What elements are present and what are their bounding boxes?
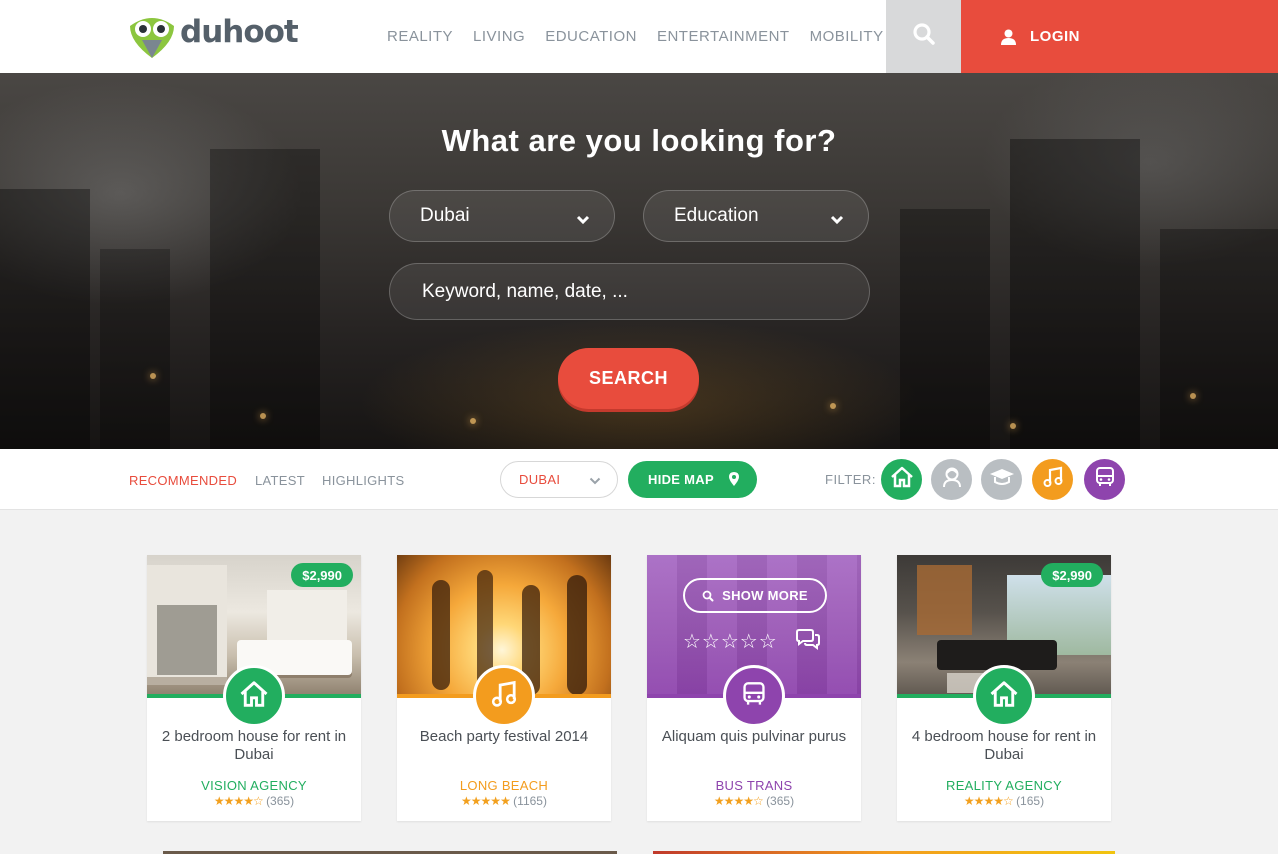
filter-mobility[interactable] (1084, 459, 1125, 500)
chevron-down-icon (589, 474, 601, 489)
card-agency[interactable]: VISION AGENCY (147, 778, 361, 793)
search-icon (702, 590, 714, 602)
person-icon (941, 466, 963, 493)
show-more-button[interactable]: SHOW MORE (683, 578, 827, 613)
filter-label: FILTER: (825, 472, 876, 487)
hero-search: What are you looking for? Dubai Educatio… (0, 73, 1278, 449)
category-badge (973, 665, 1035, 727)
chevron-down-icon (830, 209, 844, 231)
review-count: (1165) (513, 794, 547, 808)
city-select[interactable]: DUBAI (500, 461, 618, 498)
logo[interactable]: duhoot (128, 12, 299, 58)
hero-background (1160, 229, 1278, 449)
login-label: LOGIN (1030, 28, 1080, 45)
hero-background (100, 249, 170, 449)
hero-background (0, 189, 90, 449)
card-title[interactable]: Aliquam quis pulvinar purus (657, 728, 851, 746)
rating-stars: ★★★★☆ (213, 794, 264, 808)
listing-card[interactable]: $2,990 2 bedroom house for rent in Dubai… (147, 555, 361, 821)
card-title[interactable]: Beach party festival 2014 (407, 728, 601, 746)
bus-icon (742, 681, 766, 712)
filter-bar: RECOMMENDED LATEST HIGHLIGHTS DUBAI HIDE… (0, 449, 1278, 510)
card-rating: ★★★★☆ (365) (647, 794, 861, 808)
show-more-label: SHOW MORE (722, 588, 808, 603)
rating-stars: ★★★★☆ (713, 794, 764, 808)
price-badge: $2,990 (1041, 563, 1103, 587)
location-select-value: Dubai (420, 205, 470, 226)
listing-card[interactable]: $2,990 4 bedroom house for rent in Dubai… (897, 555, 1111, 821)
login-button[interactable]: LOGIN (961, 0, 1278, 73)
category-select[interactable]: Education (643, 190, 869, 242)
search-button[interactable]: SEARCH (558, 348, 699, 409)
nav-item-entertainment[interactable]: ENTERTAINMENT (657, 28, 790, 45)
review-count: (365) (766, 794, 795, 808)
owl-logo-icon (128, 12, 176, 58)
hero-background (830, 403, 836, 409)
home-icon (890, 466, 914, 493)
category-badge (473, 665, 535, 727)
category-badge (723, 665, 785, 727)
hero-background (1010, 423, 1016, 429)
nav-item-education[interactable]: EDUCATION (545, 28, 637, 45)
map-pin-icon (729, 472, 739, 489)
music-icon (1042, 466, 1064, 493)
keyword-input[interactable] (389, 263, 870, 320)
nav-item-living[interactable]: LIVING (473, 28, 525, 45)
card-agency[interactable]: BUS TRANS (647, 778, 861, 793)
comment-icon[interactable] (795, 629, 821, 656)
review-count: (365) (266, 794, 295, 808)
rating-stars: ★★★★★ (461, 794, 511, 808)
top-header: duhoot REALITY LIVING EDUCATION ENTERTAI… (0, 0, 1278, 73)
music-icon (490, 680, 518, 713)
filter-education[interactable] (981, 459, 1022, 500)
card-rating: ★★★★☆ (165) (897, 794, 1111, 808)
category-badge (223, 665, 285, 727)
bus-icon (1095, 466, 1115, 493)
hero-title: What are you looking for? (441, 123, 837, 158)
hero-background (150, 373, 156, 379)
hero-background (1190, 393, 1196, 399)
hero-background (900, 209, 990, 449)
review-count: (165) (1016, 794, 1045, 808)
nav-item-mobility[interactable]: MOBILITY (810, 28, 884, 45)
nav-item-reality[interactable]: REALITY (387, 28, 453, 45)
tab-highlights[interactable]: HIGHLIGHTS (322, 473, 404, 488)
card-rating: ★★★★★ (1165) (397, 794, 611, 808)
hero-background (260, 413, 266, 419)
listing-card[interactable]: Beach party festival 2014 LONG BEACH ★★★… (397, 555, 611, 821)
card-agency[interactable]: REALITY AGENCY (897, 778, 1111, 793)
category-select-value: Education (674, 205, 759, 226)
hide-map-button[interactable]: HIDE MAP (628, 461, 757, 498)
home-icon (239, 680, 269, 713)
hero-background (470, 418, 476, 424)
header-search-button[interactable] (886, 0, 961, 73)
hide-map-label: HIDE MAP (648, 472, 714, 487)
tab-latest[interactable]: LATEST (255, 473, 305, 488)
graduation-cap-icon (989, 467, 1015, 492)
card-rating: ★★★★☆ (365) (147, 794, 361, 808)
user-icon (1001, 29, 1016, 45)
location-select[interactable]: Dubai (389, 190, 615, 242)
hero-background (210, 149, 320, 449)
rating-stars: ★★★★☆ (963, 794, 1014, 808)
listing-card[interactable]: SHOW MORE ☆☆☆☆☆ Aliquam quis pulvinar pu… (647, 555, 861, 821)
city-select-value: DUBAI (519, 472, 561, 487)
logo-text: duhoot (180, 14, 299, 50)
hero-background (1010, 139, 1140, 449)
card-title[interactable]: 2 bedroom house for rent in Dubai (157, 728, 351, 764)
tab-recommended[interactable]: RECOMMENDED (129, 473, 237, 488)
price-badge: $2,990 (291, 563, 353, 587)
search-icon (912, 22, 936, 51)
rate-stars[interactable]: ☆☆☆☆☆ (683, 629, 778, 654)
filter-reality[interactable] (881, 459, 922, 500)
chevron-down-icon (576, 209, 590, 231)
card-agency[interactable]: LONG BEACH (397, 778, 611, 793)
home-icon (989, 680, 1019, 713)
card-title[interactable]: 4 bedroom house for rent in Dubai (907, 728, 1101, 764)
filter-entertainment[interactable] (1032, 459, 1073, 500)
filter-living[interactable] (931, 459, 972, 500)
main-nav: REALITY LIVING EDUCATION ENTERTAINMENT M… (387, 0, 904, 73)
